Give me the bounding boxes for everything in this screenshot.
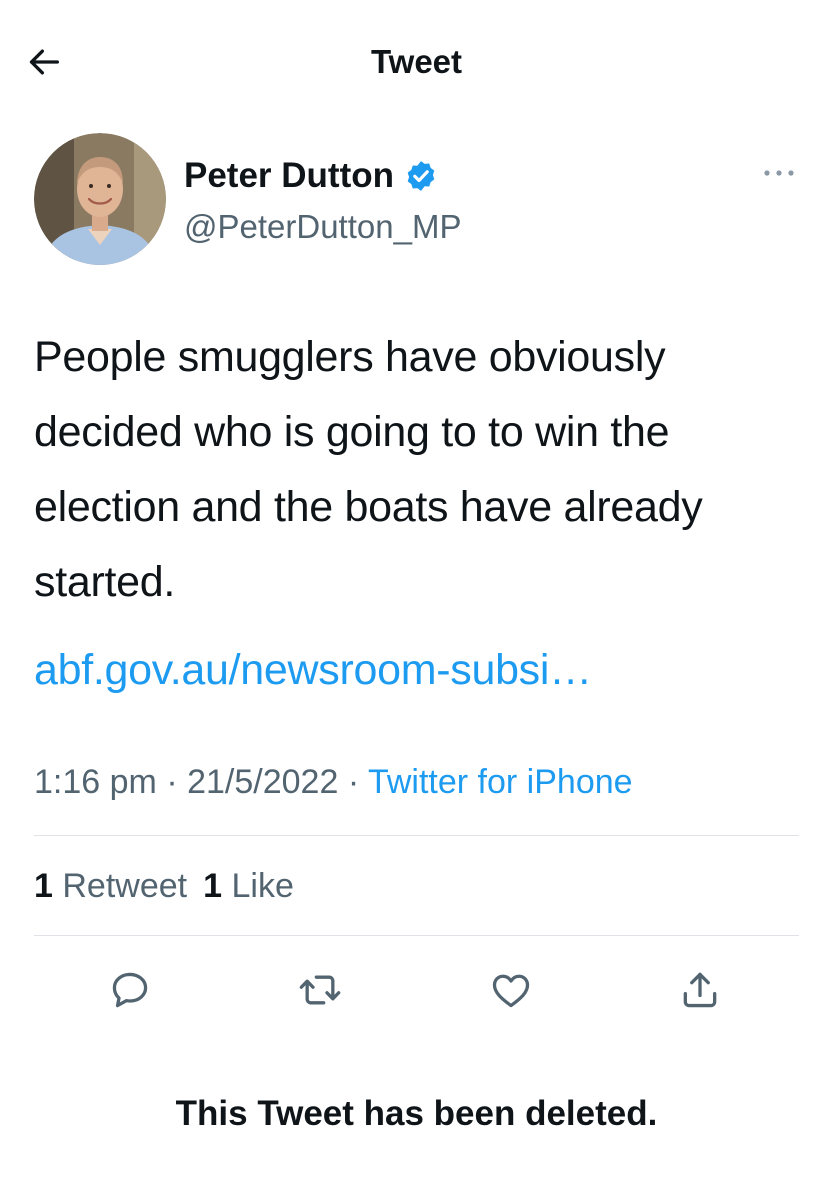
- retweets-label: Retweet: [62, 867, 188, 905]
- top-bar: Tweet: [0, 0, 833, 120]
- author-handle[interactable]: @PeterDutton_MP: [184, 207, 461, 247]
- reply-icon: [112, 972, 148, 1008]
- tweet-source-link[interactable]: Twitter for iPhone: [368, 763, 633, 801]
- tweet-timestamp: 1:16 pm · 21/5/2022 · Twitter for iPhone: [34, 758, 633, 806]
- retweet-icon: [299, 975, 341, 1005]
- likes-stat[interactable]: 1 Like: [203, 862, 294, 910]
- like-icon: [492, 974, 530, 1008]
- likes-label: Like: [231, 867, 294, 905]
- action-bar: [0, 960, 833, 1020]
- share-button[interactable]: [674, 964, 726, 1016]
- avatar[interactable]: [34, 133, 166, 265]
- engagement-stats: 1 Retweet 1 Like: [34, 862, 294, 910]
- page-title: Tweet: [370, 43, 463, 80]
- reply-button[interactable]: [104, 964, 156, 1016]
- likes-count: 1: [203, 867, 223, 905]
- tweet-time[interactable]: 1:16 pm: [34, 763, 157, 801]
- retweets-stat[interactable]: 1 Retweet: [34, 862, 187, 910]
- like-button[interactable]: [485, 964, 537, 1016]
- deleted-tweet-notice: This Tweet has been deleted.: [175, 1094, 658, 1133]
- verified-badge-icon: [404, 159, 438, 193]
- divider: [34, 835, 799, 836]
- tweet-text: People smugglers have obviously decided …: [34, 333, 703, 606]
- retweet-button[interactable]: [294, 964, 346, 1016]
- tweet-date[interactable]: 21/5/2022: [187, 763, 338, 801]
- retweets-count: 1: [34, 867, 53, 905]
- more-options-button[interactable]: [759, 161, 799, 185]
- tweet-link[interactable]: abf.gov.au/newsroom-subsi…: [34, 640, 592, 700]
- divider: [34, 935, 799, 936]
- meta-separator: ·: [347, 763, 360, 801]
- tweet-author: Peter Dutton @PeterDutton_MP: [34, 133, 799, 268]
- ellipsis-icon: [764, 170, 794, 176]
- share-icon: [683, 972, 717, 1008]
- author-name[interactable]: Peter Dutton: [184, 155, 438, 197]
- meta-separator: ·: [166, 763, 178, 801]
- avatar-image: [34, 133, 166, 265]
- author-name-text: Peter Dutton: [184, 156, 394, 195]
